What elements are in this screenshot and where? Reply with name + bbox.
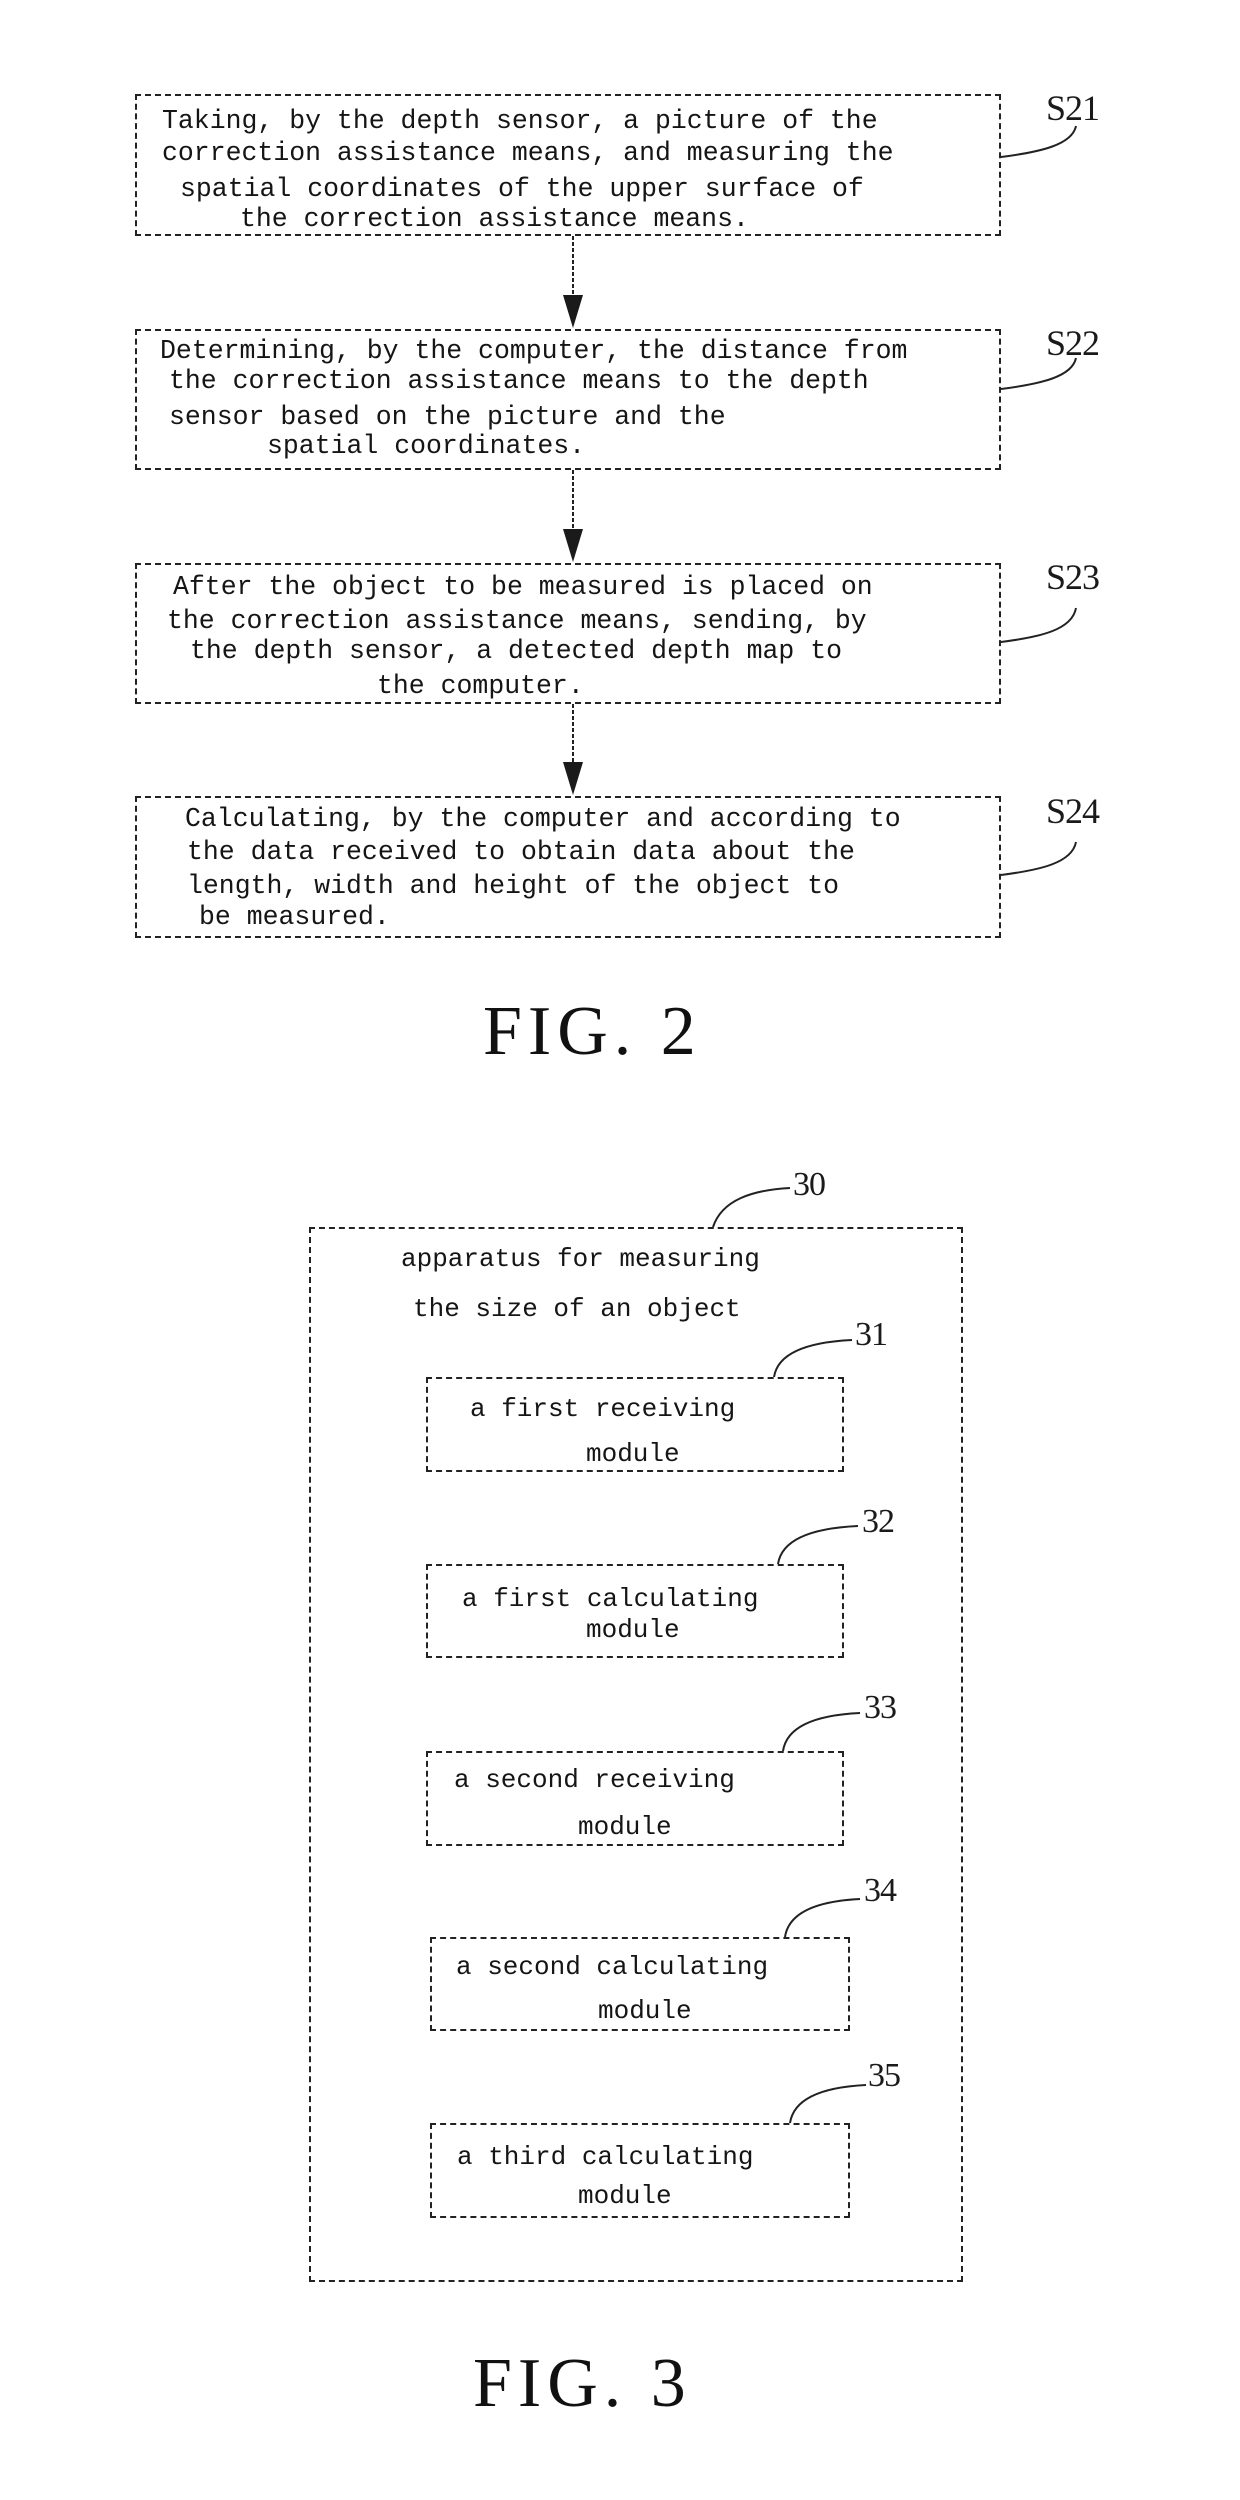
- step-s23-text-line-2: the correction assistance means, sending…: [167, 606, 867, 636]
- module-label-33: 33: [864, 1689, 897, 1726]
- step-label-s24: S24: [1046, 791, 1100, 831]
- module-31-text-line-1: a first receiving: [470, 1394, 736, 1424]
- step-s23-text-line-3: the depth sensor, a detected depth map t…: [190, 636, 843, 666]
- arrowhead-down-icon: [563, 295, 583, 328]
- module-32-text-line-1: a first calculating: [462, 1584, 759, 1614]
- module-label-34: 34: [864, 1872, 897, 1909]
- apparatus-title-line-2: the size of an object: [413, 1294, 741, 1324]
- module-34-text-line-2: module: [598, 1996, 692, 2026]
- step-s23-text-line-4: the computer.: [377, 671, 584, 701]
- leader-line-s23: [1000, 607, 1077, 643]
- module-33-text-line-1: a second receiving: [454, 1765, 735, 1795]
- step-s22-text-line-2: the correction assistance means to the d…: [169, 366, 869, 396]
- step-s24-text-line-4: be measured.: [199, 902, 390, 932]
- step-s22-text-line-1: Determining, by the computer, the distan…: [160, 336, 908, 366]
- leader-line-s24: [1000, 841, 1077, 876]
- arrowhead-down-icon: [563, 529, 583, 562]
- step-s22-text-line-4: spatial coordinates.: [267, 431, 586, 461]
- leader-line-30: [712, 1187, 791, 1228]
- module-32-text-line-2: module: [586, 1615, 680, 1645]
- step-s21-text-line-3: spatial coordinates of the upper surface…: [180, 174, 864, 204]
- step-s22-text-line-3: sensor based on the picture and the: [169, 402, 726, 432]
- step-s23-text-line-1: After the object to be measured is place…: [173, 572, 873, 602]
- step-s24-text-line-3: length, width and height of the object t…: [187, 871, 840, 901]
- module-35-text-line-1: a third calculating: [457, 2142, 754, 2172]
- step-label-s21: S21: [1046, 88, 1100, 128]
- module-label-35: 35: [868, 2057, 901, 2094]
- module-33-text-line-2: module: [578, 1812, 672, 1842]
- fig3-caption: FIG. 3: [473, 2345, 692, 2422]
- apparatus-label-30: 30: [793, 1166, 826, 1203]
- step-s24-text-line-2: the data received to obtain data about t…: [187, 837, 855, 867]
- module-34-text-line-1: a second calculating: [456, 1952, 769, 1982]
- step-label-s23: S23: [1046, 557, 1100, 597]
- step-label-s22: S22: [1046, 323, 1100, 363]
- fig2-caption: FIG. 2: [483, 993, 702, 1070]
- step-s21-text-line-1: Taking, by the depth sensor, a picture o…: [162, 106, 878, 136]
- module-31-text-line-2: module: [586, 1439, 680, 1469]
- leader-line-s21: [1000, 125, 1077, 158]
- step-s21-text-line-2: correction assistance means, and measuri…: [162, 138, 894, 168]
- arrowhead-down-icon: [563, 762, 583, 795]
- step-s24-text-line-1: Calculating, by the computer and accordi…: [185, 804, 901, 834]
- step-s21-text-line-4: the correction assistance means.: [240, 204, 749, 234]
- module-label-31: 31: [855, 1316, 888, 1353]
- module-label-32: 32: [862, 1503, 895, 1540]
- apparatus-title-line-1: apparatus for measuring: [401, 1244, 760, 1274]
- module-35-text-line-2: module: [578, 2181, 672, 2211]
